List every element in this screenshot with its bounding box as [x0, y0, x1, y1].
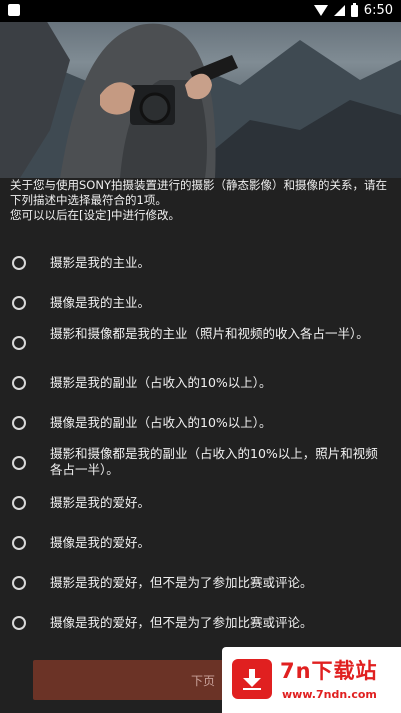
radio-button[interactable]: [12, 616, 26, 630]
option-item[interactable]: 摄像是我的副业（占收入的10%以上）。: [0, 403, 401, 443]
option-item[interactable]: 摄像是我的主业。: [0, 283, 401, 323]
notification-app-icon: [8, 4, 20, 16]
option-label: 摄像是我的爱好，但不是为了参加比赛或评论。: [50, 615, 313, 630]
radio-button[interactable]: [12, 456, 26, 470]
radio-button[interactable]: [12, 376, 26, 390]
option-label: 摄像是我的爱好。: [50, 535, 151, 550]
watermark-brand: 7n下载站: [280, 659, 378, 683]
option-label: 摄影和摄像都是我的主业（照片和视频的收入各占一半）。: [50, 326, 369, 341]
download-arrow-icon: [232, 659, 272, 699]
hero-photo: [0, 0, 401, 178]
radio-button[interactable]: [12, 536, 26, 550]
option-item[interactable]: 摄影是我的爱好，但不是为了参加比赛或评论。: [0, 563, 401, 603]
option-item[interactable]: 摄影是我的副业（占收入的10%以上）。: [0, 363, 401, 403]
option-item[interactable]: 摄影是我的爱好。: [0, 483, 401, 523]
option-label: 摄影是我的副业（占收入的10%以上）。: [50, 375, 272, 390]
option-item[interactable]: 摄影和摄像都是我的主业（照片和视频的收入各占一半）。: [0, 323, 401, 363]
site-watermark: 7n下载站 www.7ndn.com: [222, 647, 401, 713]
option-label: 摄影和摄像都是我的副业（占收入的10%以上，照片和视频各占一半）。: [50, 446, 378, 477]
signal-icon: [333, 5, 345, 16]
radio-button[interactable]: [12, 496, 26, 510]
intro-text: 关于您与使用SONY拍摄装置进行的摄影（静态影像）和摄像的关系，请在下列描述中选…: [10, 178, 394, 223]
status-time: 6:50: [363, 3, 393, 18]
option-item[interactable]: 摄像是我的爱好，但不是为了参加比赛或评论。: [0, 603, 401, 643]
radio-button[interactable]: [12, 296, 26, 310]
option-item[interactable]: 摄像是我的爱好。: [0, 523, 401, 563]
option-item[interactable]: 摄影是我的主业。: [0, 243, 401, 283]
wifi-icon: [313, 5, 328, 16]
battery-icon: [350, 2, 358, 17]
option-label: 摄影是我的爱好。: [50, 495, 151, 510]
radio-button[interactable]: [12, 336, 26, 350]
option-item[interactable]: 摄影和摄像都是我的副业（占收入的10%以上，照片和视频各占一半）。: [0, 443, 401, 483]
option-label: 摄影是我的主业。: [50, 255, 151, 270]
watermark-url: www.7ndn.com: [282, 688, 377, 701]
intro-note: 您可以以后在[设定]中进行修改。: [10, 208, 180, 222]
status-bar: 6:50: [0, 0, 401, 22]
option-label: 摄像是我的副业（占收入的10%以上）。: [50, 415, 272, 430]
option-label: 摄像是我的主业。: [50, 295, 151, 310]
option-label: 摄影是我的爱好，但不是为了参加比赛或评论。: [50, 575, 313, 590]
radio-button[interactable]: [12, 416, 26, 430]
radio-button[interactable]: [12, 576, 26, 590]
intro-question: 关于您与使用SONY拍摄装置进行的摄影（静态影像）和摄像的关系，请在下列描述中选…: [10, 178, 387, 207]
radio-button[interactable]: [12, 256, 26, 270]
